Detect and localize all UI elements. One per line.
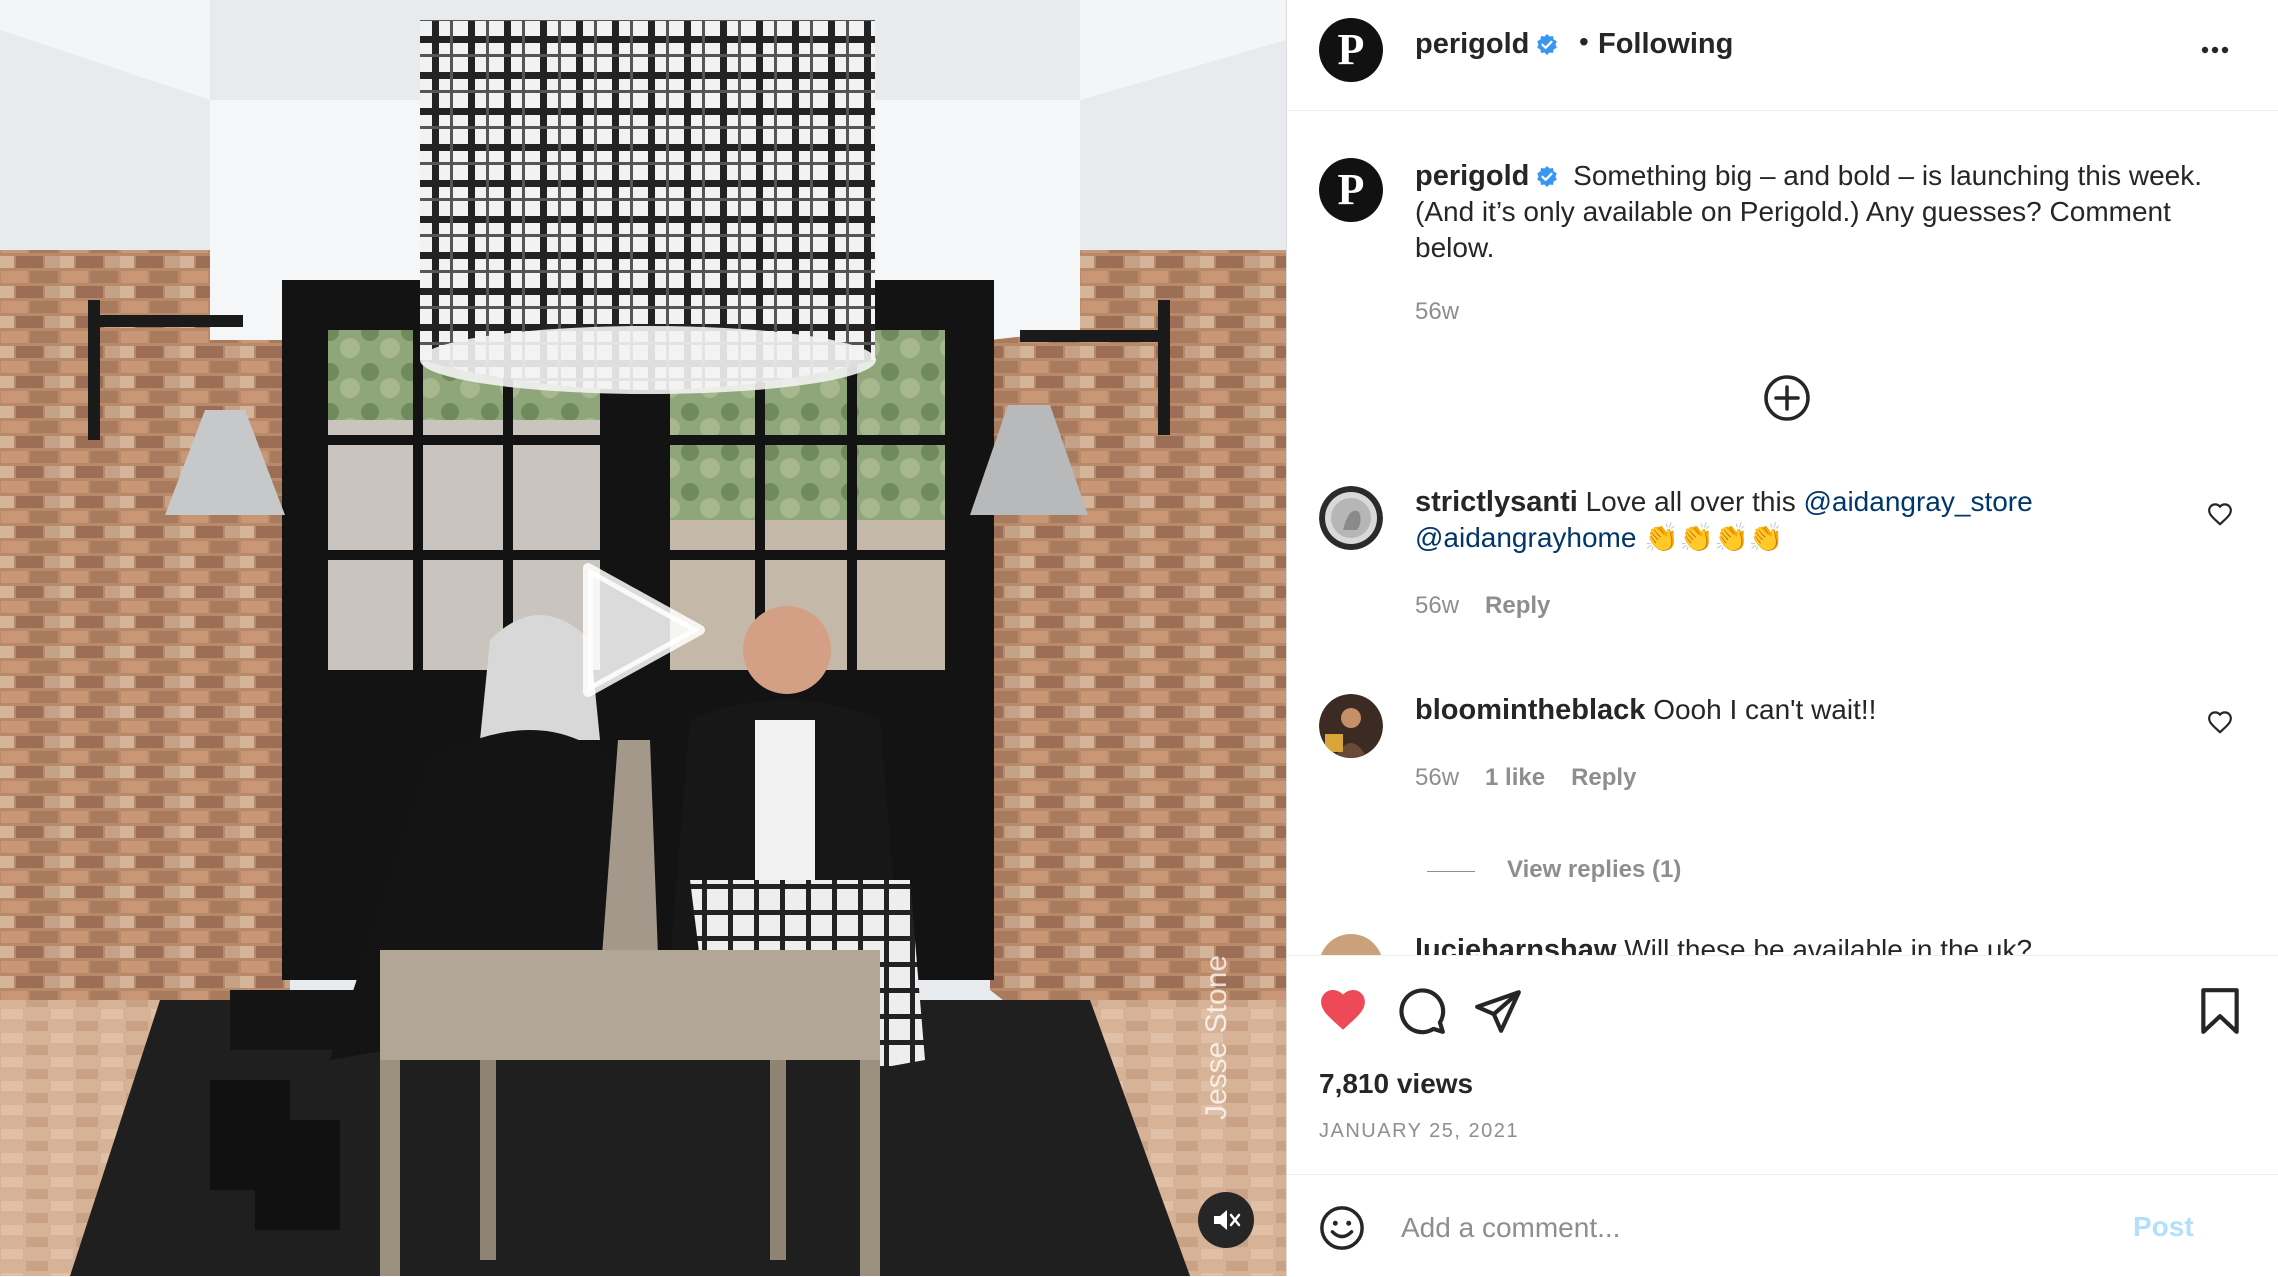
reply-button[interactable]: Reply: [1571, 764, 1636, 791]
comment-avatar[interactable]: [1319, 486, 1383, 550]
caption-avatar[interactable]: P: [1319, 158, 1383, 222]
comment-avatar[interactable]: [1319, 694, 1383, 758]
photo-credit-watermark: Jesse Stone: [1200, 954, 1233, 1120]
post-side-panel: P perigold • Following P perigold Someth…: [1286, 0, 2278, 1277]
comment-username[interactable]: strictlysanti: [1415, 486, 1578, 518]
likes-count[interactable]: 1 like: [1485, 764, 1545, 791]
load-more-icon[interactable]: [1761, 372, 1813, 424]
profile-photo-image: [1319, 694, 1383, 758]
verified-badge-icon: [1537, 166, 1558, 188]
header-username-text[interactable]: perigold: [1415, 28, 1529, 60]
comment-emoji: 👏👏👏👏: [1644, 522, 1784, 553]
like-heart-icon[interactable]: [1317, 986, 1369, 1036]
mute-icon: [1214, 1210, 1241, 1230]
following-button[interactable]: Following: [1598, 28, 1733, 61]
comment-item: bloomintheblack Oooh I can't wait!!: [1415, 692, 2175, 728]
caption-username[interactable]: perigold: [1415, 160, 1559, 192]
comment-age: 56w: [1415, 764, 1460, 791]
comment-clipped: lucieharnshaw Will these be available in…: [1287, 930, 2278, 956]
post-date[interactable]: JANUARY 25, 2021: [1319, 1120, 1519, 1143]
caption-age: 56w: [1415, 298, 1460, 325]
post-video[interactable]: Jesse Stone: [0, 0, 1286, 1276]
comment-meta: 56w Reply: [1415, 592, 1550, 620]
header-separator: •: [1579, 26, 1589, 57]
header-username[interactable]: perigold: [1415, 28, 1559, 61]
comment-input[interactable]: [1399, 1203, 2103, 1253]
share-icon[interactable]: [1473, 986, 1523, 1036]
instagram-post-modal: Jesse Stone P perigold • Following P per…: [0, 0, 2278, 1277]
play-icon[interactable]: [578, 560, 708, 700]
comment-item: strictlysanti Love all over this @aidang…: [1415, 484, 2175, 556]
comment-item: lucieharnshaw Will these be available in…: [1415, 932, 2175, 956]
comment-mention[interactable]: @aidangray_store: [1803, 486, 2032, 517]
comment-text: Oooh I can't wait!!: [1653, 694, 1877, 725]
view-replies-button[interactable]: View replies (1): [1507, 856, 1681, 884]
views-count[interactable]: 7,810 views: [1319, 1068, 1473, 1100]
comment-age: 56w: [1415, 592, 1460, 619]
comment-username[interactable]: lucieharnshaw: [1415, 934, 1616, 956]
coin-avatar-image: [1319, 486, 1383, 550]
post-caption: perigold Something big – and bold – is l…: [1415, 158, 2235, 266]
post-header: P perigold • Following: [1287, 0, 2278, 111]
post-actions: 7,810 views JANUARY 25, 2021: [1287, 955, 2278, 1176]
comment-icon[interactable]: [1397, 986, 1447, 1036]
heart-icon[interactable]: [2207, 502, 2233, 528]
mute-button[interactable]: [1198, 1192, 1254, 1248]
emoji-icon[interactable]: [1319, 1205, 1365, 1251]
comment-text: Love all over this: [1585, 486, 1804, 517]
comment-avatar[interactable]: [1319, 934, 1383, 956]
bookmark-icon[interactable]: [2197, 986, 2243, 1036]
account-avatar[interactable]: P: [1319, 18, 1383, 82]
caption-username-text[interactable]: perigold: [1415, 160, 1529, 192]
comment-text: Will these be available in the uk?: [1624, 934, 2033, 956]
heart-icon[interactable]: [2207, 710, 2233, 736]
comment-meta: 56w 1 like Reply: [1415, 764, 1636, 792]
comment-mention[interactable]: @aidangrayhome: [1415, 522, 1636, 553]
verified-badge-icon: [1537, 34, 1558, 56]
comment-composer: Post: [1287, 1174, 2278, 1277]
more-options-icon[interactable]: [2193, 28, 2237, 72]
post-comment-button[interactable]: Post: [2133, 1211, 2194, 1243]
comment-username[interactable]: bloomintheblack: [1415, 694, 1645, 726]
reply-button[interactable]: Reply: [1485, 592, 1550, 619]
view-replies-line: [1427, 871, 1475, 872]
